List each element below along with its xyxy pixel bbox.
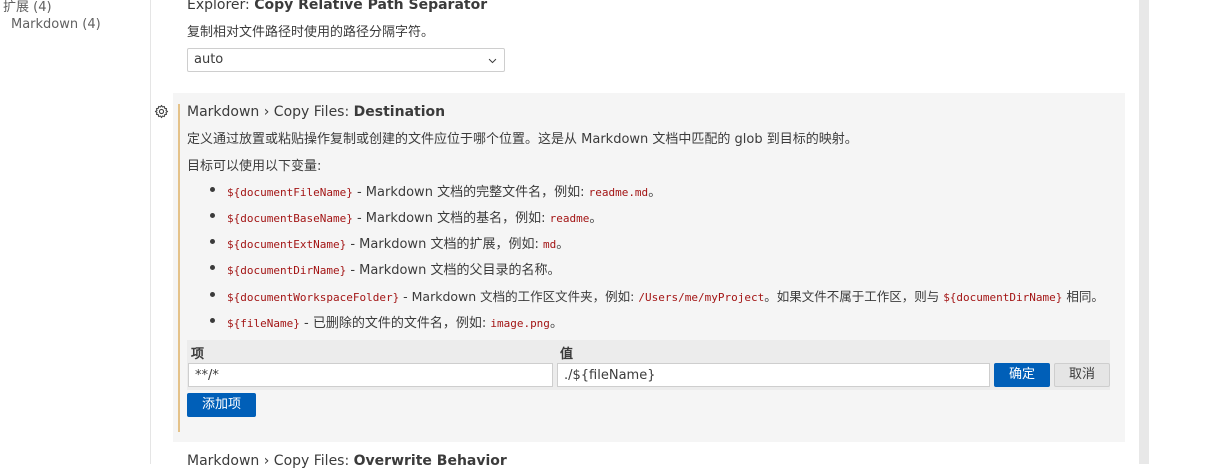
variable-example: image.png [490,317,550,330]
variable-item-document-base-name: ${documentBaseName} - Markdown 文档的基名，例如:… [227,207,602,226]
variable-example: md [542,238,557,251]
cancel-button[interactable]: 取消 [1054,363,1110,387]
destination-setting-description: 定义通过放置或粘贴操作复制或创建的文件应位于哪个位置。这是从 Markdown … [187,132,858,147]
ok-button[interactable]: 确定 [994,363,1050,387]
gear-icon[interactable] [154,104,169,119]
variable-text: - Markdown 文档的完整文件名，例如: [352,185,589,200]
key-input[interactable] [188,363,553,387]
variable-example: readme [549,212,590,225]
setting-name: Overwrite Behavior [353,453,507,469]
variable-tail: 。 [549,316,563,331]
variable-item-document-ext-name: ${documentExtName} - Markdown 文档的扩展，例如: … [227,233,569,252]
variable-code: ${documentFileName} [227,186,353,199]
overwrite-behavior-setting-title: Markdown › Copy Files: Overwrite Behavio… [187,453,507,469]
toc-item-markdown[interactable]: Markdown (4) [11,17,101,32]
variable-text: - 已删除的文件的文件名，例如: [299,316,491,331]
explorer-setting-description: 复制相对文件路径时使用的路径分隔字符。 [187,25,435,40]
variable-item-document-file-name: ${documentFileName} - Markdown 文档的完整文件名，… [227,181,661,200]
variable-code: ${documentDirName} [227,264,347,277]
variable-tail: 。 [648,185,662,200]
toc-item-extensions[interactable]: 扩展 (4) [3,0,52,15]
variable-item-file-name: ${fileName} - 已删除的文件的文件名，例如: image.png。 [227,312,563,331]
variable-text: - Markdown 文档的工作区文件夹，例如: [399,289,639,304]
add-item-button[interactable]: 添加项 [187,393,256,417]
variable-example: readme.md [588,186,649,199]
destination-setting-title: Markdown › Copy Files: Destination [187,104,445,120]
variable-code-secondary: ${documentDirName} [943,291,1063,304]
variable-code: ${fileName} [227,317,300,330]
settings-toc: 扩展 (4) Markdown (4) [0,0,151,464]
variable-code: ${documentExtName} [227,238,347,251]
variable-tail: 。 [556,237,570,252]
bullet [210,292,215,297]
value-column-header: 值 [560,347,574,362]
variable-tail: 。 [589,211,603,226]
setting-category: Markdown › Copy Files: [187,104,354,120]
variable-tail: 。如果文件不属于工作区，则与 [764,289,944,304]
variable-text: - Markdown 文档的父目录的名称。 [346,263,561,278]
key-column-header: 项 [191,347,205,362]
variable-code: ${documentBaseName} [227,212,353,225]
explorer-setting-title: Explorer: Copy Relative Path Separator [187,0,487,13]
setting-name: Destination [353,104,446,120]
variable-item-document-dir-name: ${documentDirName} - Markdown 文档的父目录的名称。 [227,259,560,278]
vertical-scrollbar[interactable] [1139,0,1149,464]
setting-name: Copy Relative Path Separator [254,0,488,13]
variables-intro: 目标可以使用以下变量: [187,159,322,174]
bullet [210,187,215,192]
variable-tail-secondary: 相同。 [1062,289,1104,304]
variable-text: - Markdown 文档的扩展，例如: [346,237,543,252]
select-value: auto [194,52,224,67]
value-input[interactable] [557,363,990,387]
bullet [210,213,215,218]
bullet [210,318,215,323]
variable-example: /Users/me/myProject [638,291,765,304]
variable-code: ${documentWorkspaceFolder} [227,291,400,304]
variable-text: - Markdown 文档的基名，例如: [352,211,550,226]
chevron-down-icon [488,58,497,64]
focus-indicator [178,104,180,432]
variable-item-document-workspace-folder: ${documentWorkspaceFolder} - Markdown 文档… [227,286,1104,305]
setting-category: Explorer: [187,0,255,13]
setting-category: Markdown › Copy Files: [187,453,354,469]
bullet [210,265,215,270]
path-separator-select[interactable]: auto [187,48,505,72]
bullet [210,239,215,244]
